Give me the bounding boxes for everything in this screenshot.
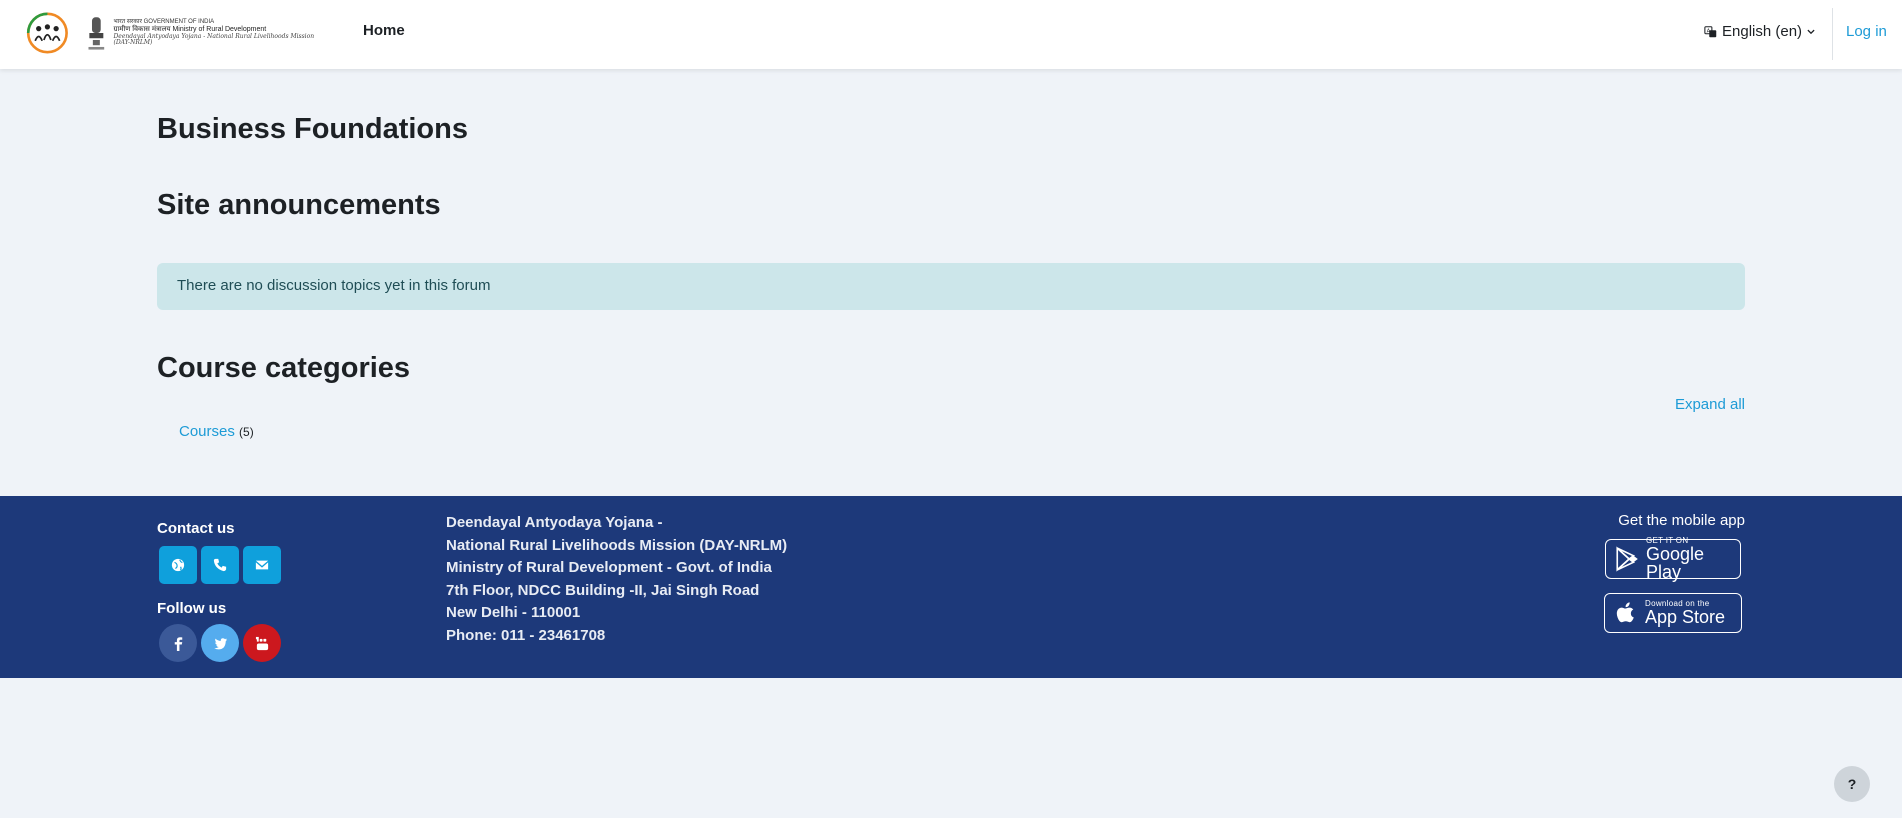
contact-buttons [159, 546, 281, 584]
youtube-button[interactable] [243, 624, 281, 662]
nav-home-link[interactable]: Home [363, 22, 405, 39]
login-link[interactable]: Log in [1846, 23, 1887, 40]
twitter-icon [213, 637, 227, 649]
address-line: New Delhi - 110001 [446, 604, 581, 621]
help-button[interactable]: ? [1834, 766, 1870, 802]
contact-us-title: Contact us [157, 520, 235, 537]
envelope-icon [255, 560, 269, 570]
address-line: Phone: 011 - 23461708 [446, 626, 606, 644]
youtube-icon [255, 636, 268, 650]
app-store-button[interactable]: Download on the App Store [1604, 593, 1742, 633]
expand-all-link[interactable]: Expand all [1675, 396, 1745, 413]
announcements-heading: Site announcements [157, 189, 441, 221]
facebook-button[interactable] [159, 624, 197, 662]
google-play-icon [1616, 546, 1638, 572]
category-link-courses[interactable]: Courses [179, 423, 235, 440]
site-logo[interactable]: भारत सरकार GOVERNMENT OF INDIA ग्रामीण व… [16, 8, 324, 58]
language-icon: A [1704, 25, 1717, 37]
address-line: 7th Floor, NDCC Building -II, Jai Singh … [446, 581, 760, 599]
logo-text-line1: भारत सरकार GOVERNMENT OF INDIA [113, 19, 215, 26]
navbar-divider [1832, 8, 1833, 60]
social-buttons [159, 624, 281, 662]
footer: Contact us Follow us Deendayal Antyodaya… [0, 496, 1902, 678]
category-item: Courses (5) [179, 423, 254, 440]
facebook-icon [174, 636, 182, 651]
address-line: National Rural Livelihoods Mission (DAY-… [446, 536, 788, 554]
follow-us-title: Follow us [157, 600, 227, 617]
app-store-big-text: App Store [1645, 607, 1726, 627]
navbar: भारत सरकार GOVERNMENT OF INDIA ग्रामीण व… [0, 0, 1902, 69]
google-play-button[interactable]: GET IT ON Google Play [1605, 537, 1741, 582]
nrlm-logo-icon [26, 12, 68, 54]
phone-button[interactable] [201, 546, 239, 584]
svg-text:A: A [1707, 28, 1711, 34]
category-count: (5) [239, 425, 254, 439]
google-play-big-text: Google Play [1646, 544, 1705, 582]
phone-icon [213, 558, 227, 572]
address-line: Deendayal Antyodaya Yojana - [446, 514, 663, 531]
email-button[interactable] [243, 546, 281, 584]
announcement-alert: There are no discussion topics yet in th… [157, 263, 1745, 310]
twitter-button[interactable] [201, 624, 239, 662]
categories-heading: Course categories [157, 352, 411, 384]
globe-icon [171, 558, 185, 572]
apple-icon [1616, 602, 1634, 623]
national-emblem-icon [88, 17, 105, 50]
logo-text-line3: Deendayal Antyodaya Yojana - National Ru… [113, 32, 315, 47]
website-button[interactable] [159, 546, 197, 584]
footer-address: Deendayal Antyodaya Yojana - National Ru… [446, 512, 787, 647]
page-title: Business Foundations [157, 113, 468, 145]
language-menu[interactable]: A English (en) [1704, 23, 1816, 40]
mobile-app-title: Get the mobile app [1618, 512, 1745, 529]
address-line: Ministry of Rural Development - Govt. of… [446, 559, 772, 576]
chevron-down-icon [1807, 29, 1815, 34]
language-label: English (en) [1722, 23, 1803, 40]
